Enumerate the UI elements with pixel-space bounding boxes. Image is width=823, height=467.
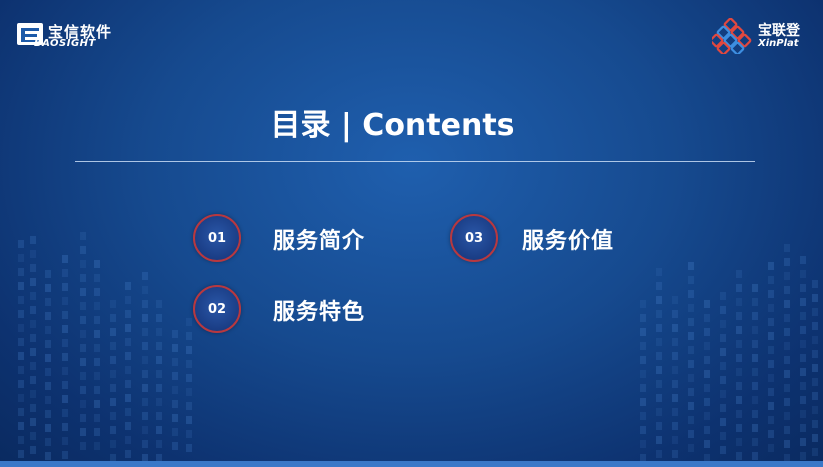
- toc-number: 02: [207, 301, 227, 317]
- toc-item-02[interactable]: 02 服务特色: [193, 285, 393, 335]
- toc-number: 03: [464, 230, 484, 246]
- title-divider: [75, 161, 755, 162]
- xinplat-logo: 宝联登 XinPlat: [712, 18, 812, 54]
- toc-number: 01: [207, 230, 227, 246]
- toc-number-badge: 02: [193, 285, 241, 333]
- xinplat-logo-en: XinPlat: [758, 38, 799, 49]
- bottom-accent-bar: [0, 461, 823, 467]
- toc-number-badge: 03: [450, 214, 498, 262]
- toc-item-label: 服务价值: [522, 229, 615, 254]
- toc-item-label: 服务特色: [273, 300, 366, 325]
- xinplat-logo-icon: [712, 18, 752, 54]
- toc-item-01[interactable]: 01 服务简介: [193, 214, 393, 264]
- toc-item-03[interactable]: 03 服务价值: [450, 214, 650, 264]
- xinplat-logo-cn: 宝联登: [758, 23, 800, 39]
- toc-item-label: 服务简介: [273, 229, 366, 254]
- page-title: 目录 | Contents: [270, 108, 515, 143]
- city-skyline-background: [18, 232, 818, 462]
- toc-number-badge: 01: [193, 214, 241, 262]
- baosight-logo-en: BAOSIGHT: [34, 38, 96, 49]
- baosight-logo: 宝信软件 BAOSIGHT: [16, 20, 122, 50]
